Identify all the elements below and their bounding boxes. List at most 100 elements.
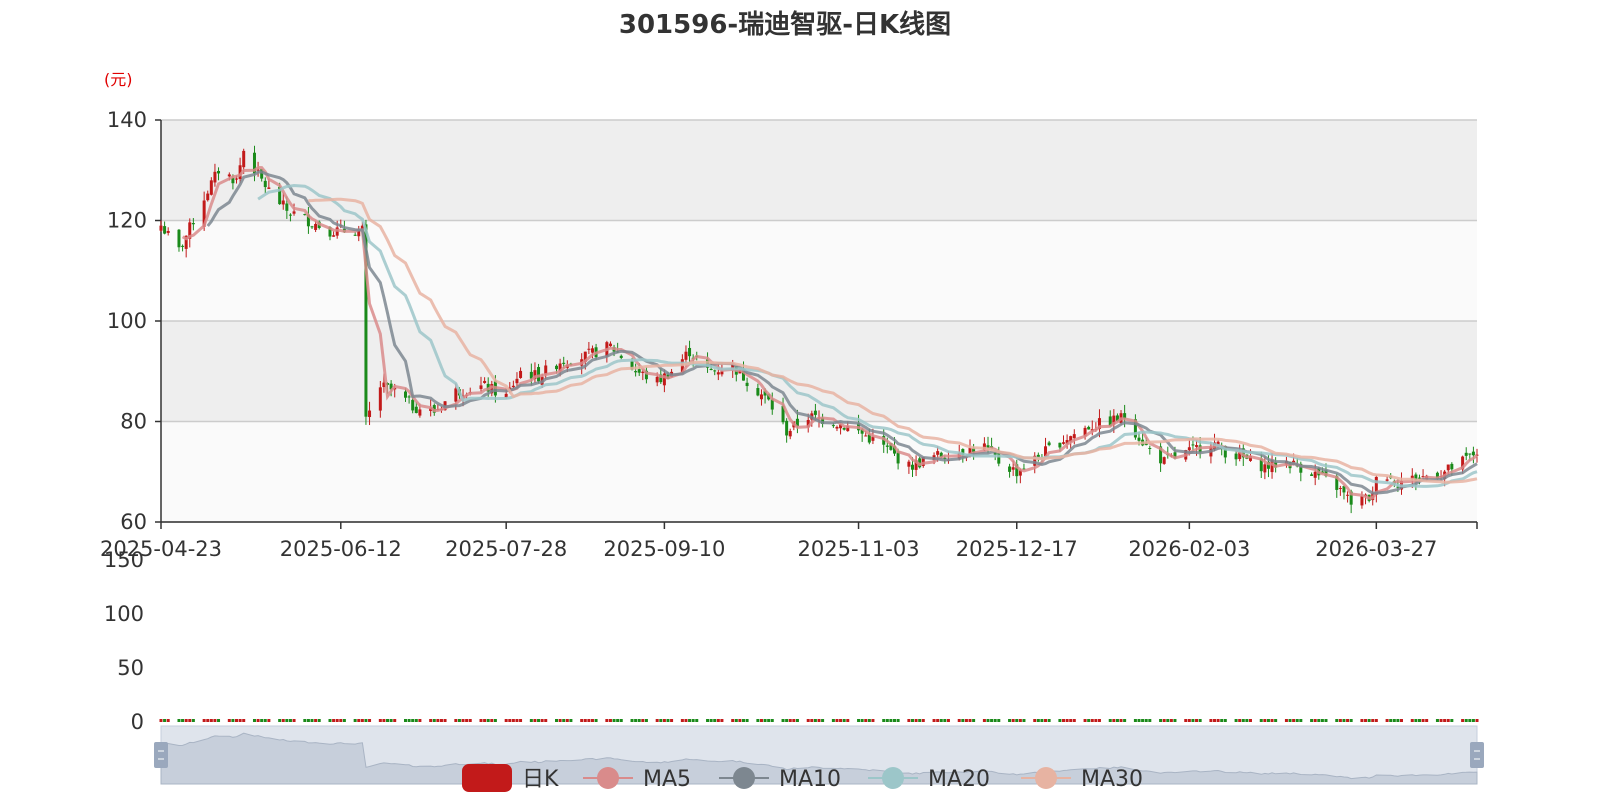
volume-bar (1367, 719, 1371, 722)
y-tick-label: 120 (107, 209, 147, 233)
legend-circle-symbol (882, 767, 904, 789)
volume-bar (1292, 719, 1296, 722)
volume-bar (655, 719, 659, 722)
volume-bar (831, 719, 835, 722)
candle-body (788, 430, 792, 437)
volume-bar (964, 719, 968, 722)
candle-body (1385, 479, 1389, 481)
slider-handle-right[interactable] (1470, 742, 1484, 768)
slider-handle-left[interactable] (154, 742, 168, 768)
legend-item-日k[interactable]: 日K (462, 764, 559, 792)
volume-bar (1259, 719, 1263, 722)
volume-bar (795, 719, 799, 722)
volume-bar (731, 719, 735, 722)
volume-bar (555, 719, 559, 722)
volume-bar (946, 719, 950, 722)
volume-bar (1137, 719, 1141, 722)
volume-bar (1346, 719, 1350, 722)
candle-body (314, 223, 318, 230)
volume-bar (1443, 719, 1447, 722)
volume-bar (562, 719, 566, 722)
legend-item-ma10[interactable]: MA10 (719, 767, 841, 792)
volume-bar (310, 719, 314, 722)
volume-bar (932, 719, 936, 722)
volume-bar (1162, 719, 1166, 722)
legend-item-ma20[interactable]: MA20 (868, 767, 990, 792)
volume-bar (429, 719, 433, 722)
volume-bar (666, 719, 670, 722)
volume-bar (339, 719, 343, 722)
candle-body (835, 426, 839, 429)
legend-label: MA5 (643, 767, 691, 792)
volume-bar (857, 719, 861, 722)
candle-body (562, 362, 566, 364)
volume-bar (788, 719, 792, 722)
volume-bar (842, 719, 846, 722)
volume-bar (1065, 719, 1069, 722)
volume-bar (461, 719, 465, 722)
volume-bar (317, 719, 321, 722)
volume-bar (181, 719, 185, 722)
volume-tick-label: 50 (117, 656, 144, 680)
volume-bar (1173, 719, 1177, 722)
volume-bar (817, 719, 821, 722)
volume-bar (781, 719, 785, 722)
volume-bar (1144, 719, 1148, 722)
x-axis-ticks: 2025-04-23 2025-06-12 2025-07-28 2025-09-10… (100, 522, 1478, 561)
y-axis-unit: (元) (104, 70, 133, 89)
volume-bar (896, 719, 900, 722)
volume-bar (619, 719, 623, 722)
chart-stage: 301596-瑞迪智驱-日K线图 (元) 60 80 100 120 140 0 50 10… (0, 0, 1600, 800)
volume-bar (364, 719, 368, 722)
legend-circle-symbol (1035, 767, 1057, 789)
candle-body (519, 370, 523, 378)
volume-bar (695, 719, 699, 722)
volume-bar (1248, 719, 1252, 722)
y-tick-label: 80 (120, 410, 147, 434)
volume-bar (490, 719, 494, 722)
volume-bar (1324, 719, 1328, 722)
volume-bar (511, 719, 515, 722)
volume-bar (256, 719, 260, 722)
volume-bar (260, 719, 264, 722)
volume-bar (479, 719, 483, 722)
volume-bar (238, 719, 242, 722)
volume-bar (1349, 719, 1353, 722)
kline-chart: 301596-瑞迪智驱-日K线图 (元) 60 80 100 120 140 0 50 10… (100, 10, 1484, 792)
candle-body (1464, 452, 1468, 456)
candle-body (191, 223, 195, 225)
candle-body (166, 231, 170, 233)
volume-bar (616, 719, 620, 722)
volume-bar (285, 719, 289, 722)
candle-body (608, 343, 612, 347)
volume-bar (1421, 719, 1425, 722)
candle-body (619, 355, 623, 358)
candle-body (227, 174, 231, 177)
volume-bar (936, 719, 940, 722)
volume-bar (1468, 719, 1472, 722)
candle-body (1310, 474, 1314, 476)
volume-bar (1425, 719, 1429, 722)
volume-bar (709, 719, 713, 722)
candle-body (716, 372, 720, 375)
volume-bar (436, 719, 440, 722)
volume-bar (184, 719, 188, 722)
volume-bar (806, 719, 810, 722)
volume-bar (1392, 719, 1396, 722)
volume-bar (1385, 719, 1389, 722)
volume-bar (1335, 719, 1339, 722)
volume-bar (1310, 719, 1314, 722)
volume-bar (716, 719, 720, 722)
volume-bar (1299, 719, 1303, 722)
volume-bar (454, 719, 458, 722)
volume-bar (1313, 719, 1317, 722)
x-tick-label: 2025-12-17 (956, 537, 1078, 561)
volume-bar (288, 719, 292, 722)
candle-body (637, 369, 641, 373)
volume-bar (1209, 719, 1213, 722)
candle-body (655, 376, 659, 383)
volume-bar (867, 719, 871, 722)
volume-bar (393, 719, 397, 722)
volume-bar (252, 719, 256, 722)
legend-item-ma30[interactable]: MA30 (1021, 767, 1143, 792)
